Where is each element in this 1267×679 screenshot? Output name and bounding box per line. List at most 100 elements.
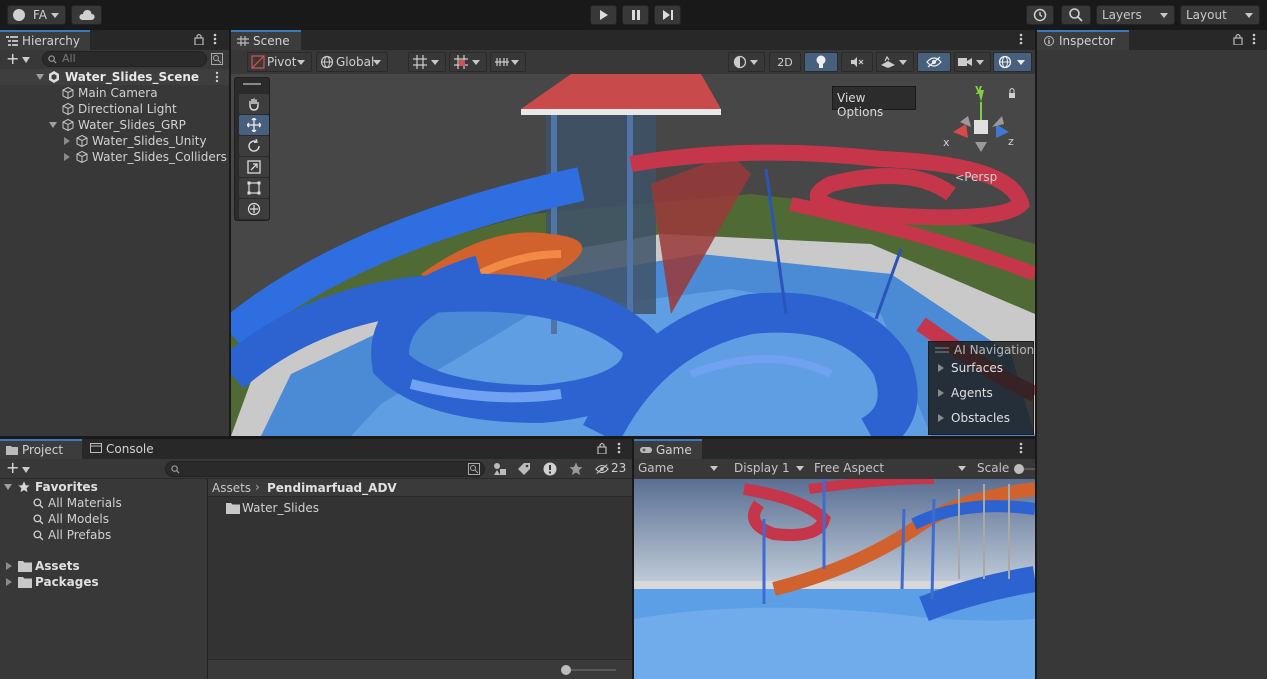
lock-icon[interactable] [597, 442, 607, 454]
play-button[interactable] [590, 5, 617, 25]
tab-label: Project [22, 443, 64, 457]
transform-tool-button[interactable] [239, 199, 269, 219]
assets-root-row[interactable]: Assets [0, 558, 207, 574]
move-tool-button[interactable] [239, 115, 269, 135]
chevron-right-icon[interactable] [6, 562, 12, 570]
effects-dropdown[interactable] [876, 52, 914, 72]
step-button[interactable] [654, 5, 681, 25]
lock-icon[interactable] [1233, 33, 1243, 45]
lock-icon[interactable] [194, 33, 204, 45]
game-viewport[interactable] [634, 479, 1035, 679]
vertical-splitter[interactable] [632, 439, 634, 679]
scale-tool-button[interactable] [239, 157, 269, 177]
axis-gizmo-icon [953, 88, 1015, 152]
favorite-item[interactable]: All Materials [0, 495, 207, 511]
scene-viewport[interactable] [231, 74, 1035, 436]
zoom-slider-track[interactable] [566, 669, 616, 671]
eye-slash-icon[interactable] [595, 463, 609, 475]
search-filter-icon[interactable] [211, 53, 223, 65]
tree-item[interactable]: Main Camera [0, 85, 229, 101]
orientation-gizmo[interactable]: y x z [938, 82, 1028, 174]
tab-inspector[interactable]: Inspector [1037, 30, 1129, 50]
label-tag-icon[interactable] [517, 462, 531, 476]
tab-game[interactable]: Game [634, 439, 702, 459]
draw-mode-dropdown[interactable] [728, 52, 765, 72]
search-button[interactable] [1061, 5, 1091, 25]
chevron-right-icon[interactable] [6, 578, 12, 586]
zoom-slider-thumb[interactable] [561, 665, 571, 675]
chevron-down-icon[interactable] [4, 484, 12, 490]
vertical-splitter[interactable] [229, 30, 231, 436]
kebab-menu-icon[interactable] [617, 442, 621, 454]
perspective-toggle[interactable]: <Persp [955, 170, 997, 184]
filter-by-type-icon[interactable] [493, 462, 507, 476]
tab-hierarchy[interactable]: Hierarchy [0, 30, 90, 50]
scene-row[interactable]: Water_Slides_Scene [0, 69, 229, 85]
shading-sphere-icon [733, 55, 747, 69]
nav-item-surfaces[interactable]: Surfaces [929, 356, 1033, 380]
folder-item[interactable]: Water_Slides [208, 500, 632, 516]
cloud-button[interactable] [71, 5, 102, 25]
rotate-tool-button[interactable] [239, 136, 269, 156]
hidden-objects-toggle[interactable] [917, 52, 951, 72]
warning-icon[interactable] [543, 462, 557, 476]
layout-dropdown[interactable]: Layout [1180, 5, 1260, 25]
breadcrumb-root[interactable]: Assets [212, 481, 251, 495]
packages-root-row[interactable]: Packages [0, 574, 207, 590]
favorite-item[interactable]: All Prefabs [0, 527, 207, 543]
chevron-down-icon[interactable] [49, 122, 57, 128]
kebab-menu-icon[interactable] [1019, 33, 1023, 45]
layers-dropdown[interactable]: Layers [1096, 5, 1175, 25]
game-mode-dropdown[interactable]: Game [634, 459, 724, 478]
audio-toggle[interactable] [841, 52, 873, 72]
chevron-down-icon[interactable] [36, 74, 44, 80]
kebab-menu-icon[interactable] [213, 33, 217, 45]
vertical-splitter[interactable] [1035, 30, 1037, 679]
grid-snap-dropdown[interactable] [408, 52, 446, 72]
scale-slider-track[interactable] [1024, 468, 1035, 470]
scale-slider-thumb[interactable] [1014, 464, 1024, 474]
folder-icon [18, 561, 32, 572]
rect-tool-button[interactable] [239, 178, 269, 198]
pivot-dropdown[interactable]: Pivot [247, 52, 312, 72]
history-button[interactable] [1026, 5, 1054, 25]
breadcrumb-current[interactable]: Pendimarfuad_ADV [267, 481, 397, 495]
tree-item[interactable]: Water_Slides_GRP [0, 117, 229, 133]
search-filter-icon[interactable] [468, 463, 480, 475]
add-icon[interactable]: + [6, 459, 19, 477]
lighting-toggle[interactable] [804, 52, 838, 72]
account-dropdown[interactable]: FA [7, 5, 66, 25]
kebab-menu-icon[interactable] [215, 71, 219, 83]
toggle-2d-button[interactable]: 2D [769, 52, 801, 72]
tab-label: Game [656, 443, 692, 457]
aspect-dropdown[interactable]: Free Aspect [810, 459, 972, 478]
tree-item[interactable]: Water_Slides_Unity [0, 133, 229, 149]
tab-scene[interactable]: Scene [231, 30, 301, 50]
tree-item[interactable]: Directional Light [0, 101, 229, 117]
nav-item-agents[interactable]: Agents [929, 381, 1033, 405]
drag-handle-icon[interactable] [243, 83, 261, 85]
gizmos-dropdown[interactable] [993, 52, 1032, 72]
chevron-right-icon[interactable] [64, 153, 70, 161]
star-icon[interactable] [569, 462, 583, 476]
tab-console[interactable]: Console [84, 439, 164, 459]
horizontal-splitter[interactable] [0, 436, 1037, 439]
display-dropdown[interactable]: Display 1 [730, 459, 810, 478]
align-dropdown[interactable] [490, 52, 526, 72]
chevron-right-icon[interactable] [64, 137, 70, 145]
global-dropdown[interactable]: Global [316, 52, 388, 72]
hierarchy-search-input[interactable]: All [42, 51, 207, 67]
kebab-menu-icon[interactable] [1252, 33, 1256, 45]
pause-button[interactable] [622, 5, 649, 25]
add-icon[interactable]: + [6, 50, 19, 67]
favorite-item[interactable]: All Models [0, 511, 207, 527]
hand-tool-button[interactable] [239, 94, 269, 114]
kebab-menu-icon[interactable] [1019, 442, 1023, 454]
project-search-input[interactable] [165, 461, 485, 477]
increment-snap-dropdown[interactable] [449, 52, 487, 72]
camera-dropdown[interactable] [954, 52, 991, 72]
tree-item[interactable]: Water_Slides_Colliders [0, 149, 229, 165]
tab-project[interactable]: Project [0, 439, 82, 459]
nav-item-obstacles[interactable]: Obstacles [929, 406, 1033, 430]
favorites-row[interactable]: Favorites [0, 479, 207, 495]
